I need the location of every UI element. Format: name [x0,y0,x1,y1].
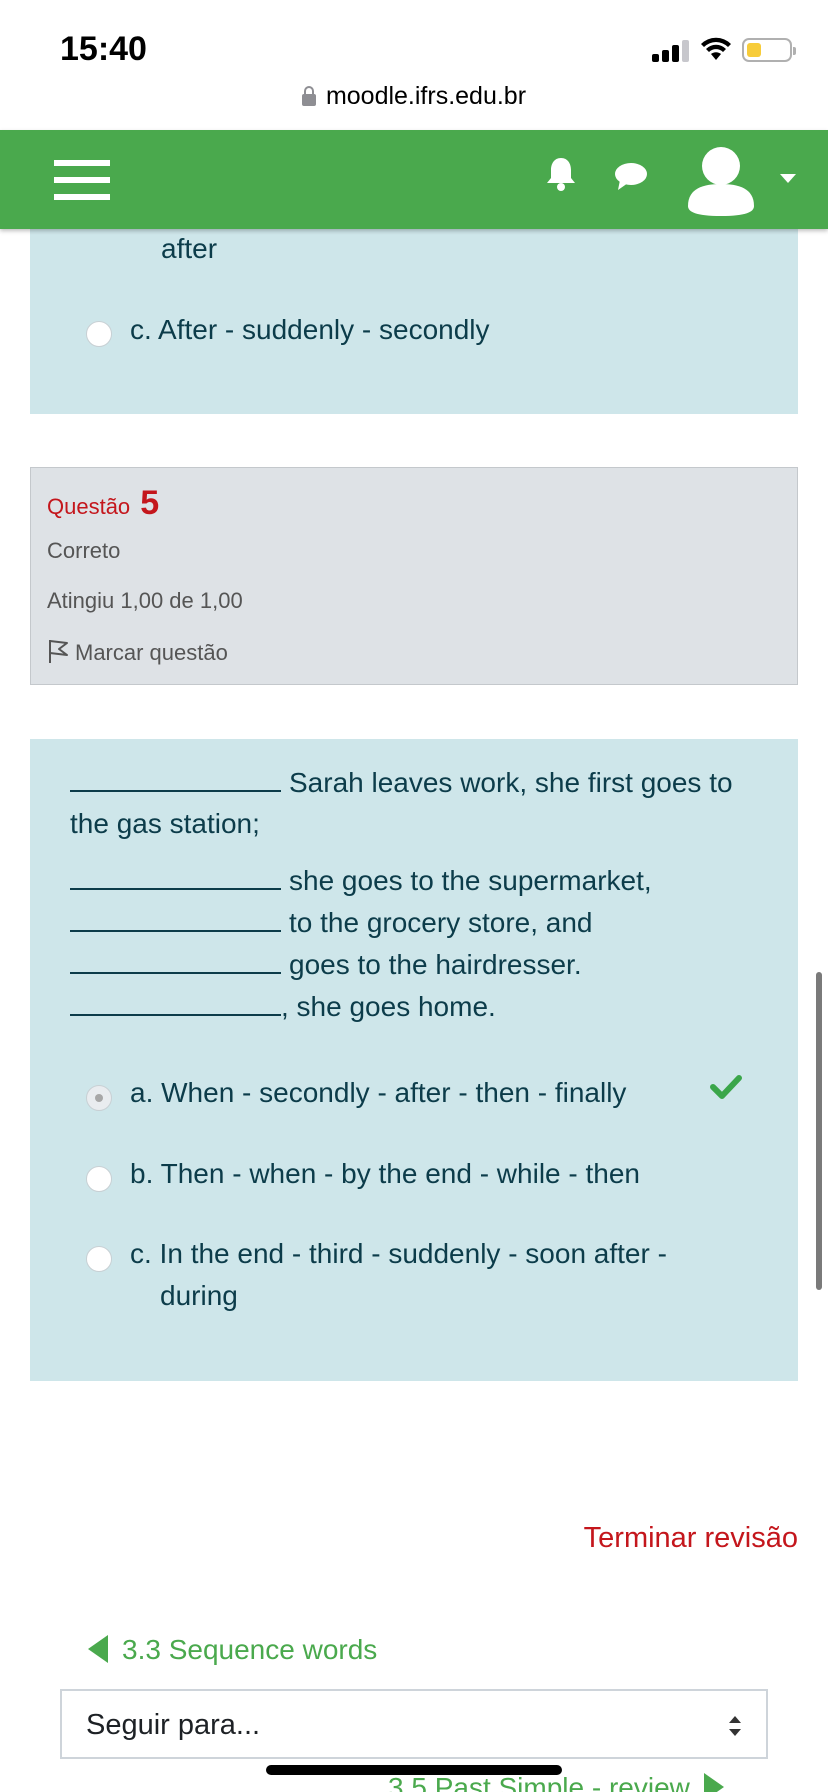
lock-icon [301,86,316,106]
q5-option-a-radio[interactable] [86,1085,112,1111]
status-time: 15:40 [60,30,147,68]
wifi-icon [701,37,731,60]
q5-option-c-radio[interactable] [86,1246,112,1272]
question-text-line-1: Sarah leaves work, she first goes to [70,762,733,804]
flag-icon [49,640,68,663]
q5-option-b-radio[interactable] [86,1166,112,1192]
notifications-bell-icon[interactable] [545,156,577,192]
next-activity-link[interactable]: 3.5 Past Simple - review [388,1772,724,1792]
gap-blank [70,866,281,890]
question-text-line-2: the gas station; [70,808,260,839]
q5-option-a-label[interactable]: a. When - secondly - after - then - fina… [130,1072,626,1114]
moodle-navbar [0,130,828,229]
cellular-signal-icon [652,38,690,62]
question-state: Correto [47,538,121,563]
address-bar[interactable]: moodle.ifrs.edu.br [0,82,828,122]
question-number: Questão 5 [47,484,160,522]
arrow-left-icon [88,1635,108,1663]
arrow-right-icon [703,1773,724,1792]
user-avatar-icon[interactable] [686,144,756,216]
scrollbar[interactable] [816,972,822,1290]
question-5-info: Questão 5 Correto Atingiu 1,00 de 1,00 M… [30,467,798,685]
q4-option-b-tail: after [161,233,218,264]
menu-icon[interactable] [54,160,110,200]
url-text: moodle.ifrs.edu.br [325,82,527,110]
previous-activity-link[interactable]: 3.3 Sequence words [88,1634,377,1666]
status-bar: 15:40 [0,0,828,80]
user-menu-caret-icon[interactable] [780,174,796,183]
battery-icon [742,38,796,62]
question-text-line-5: goes to the hairdresser. [70,944,582,986]
jump-to-select[interactable]: Seguir para... [60,1689,768,1759]
q5-option-b-label[interactable]: b. Then - when - by the end - while - th… [130,1153,640,1195]
gap-blank [70,768,281,792]
home-indicator[interactable] [266,1765,562,1775]
question-text-line-6: , she goes home. [70,986,496,1028]
finish-review-link[interactable]: Terminar revisão [584,1522,798,1555]
gap-blank [70,992,281,1016]
question-text-line-4: to the grocery store, and [70,902,593,944]
q5-option-c-label[interactable]: c. In the end - third - suddenly - soon … [130,1233,667,1275]
q5-option-c-label-cont[interactable]: during [160,1275,238,1317]
q4-option-c-label[interactable]: c. After - suddenly - secondly [130,309,490,351]
q4-option-c-radio[interactable] [86,321,112,347]
correct-checkmark-icon [710,1075,742,1099]
jump-to-value: Seguir para... [86,1709,261,1741]
flag-question-link[interactable]: Marcar questão [47,638,228,666]
gap-blank [70,908,281,932]
question-grade: Atingiu 1,00 de 1,00 [47,588,243,613]
select-updown-icon [729,1716,741,1736]
question-text-line-3: she goes to the supermarket, [70,860,652,902]
messages-chat-icon[interactable] [614,162,648,192]
gap-blank [70,950,281,974]
